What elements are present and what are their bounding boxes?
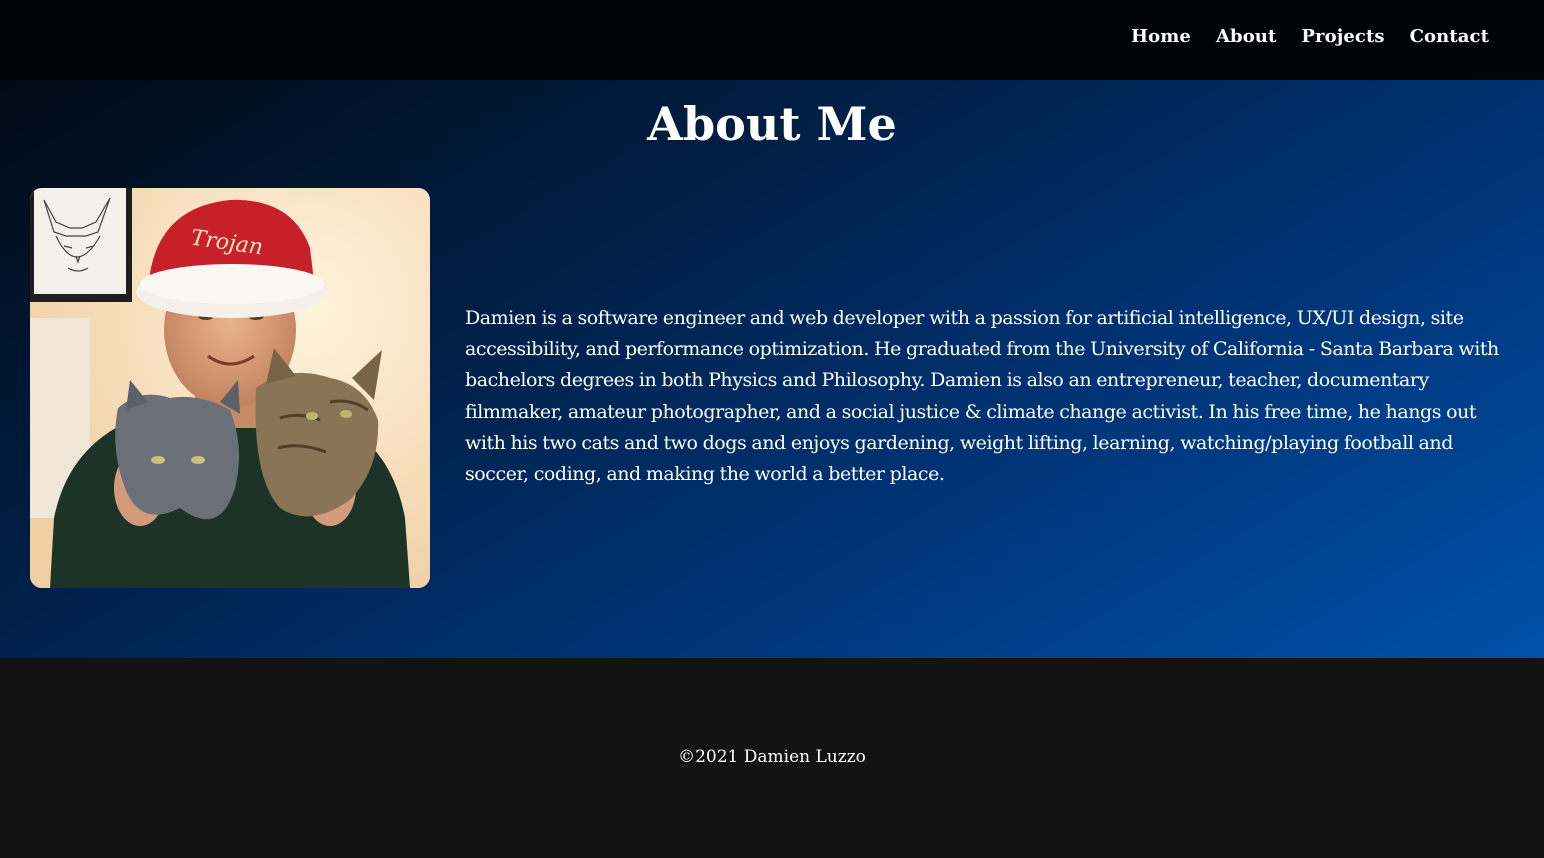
copyright-text: ©2021 Damien Luzzo <box>678 747 866 767</box>
nav-link-about[interactable]: About <box>1216 26 1276 47</box>
profile-photo: Trojan <box>30 188 430 588</box>
nav-link-projects[interactable]: Projects <box>1301 26 1384 47</box>
nav-link-contact[interactable]: Contact <box>1410 26 1489 47</box>
top-navbar: Home About Projects Contact <box>0 0 1544 80</box>
nav-link-home[interactable]: Home <box>1131 26 1191 47</box>
nav-links: Home About Projects Contact <box>1131 26 1489 47</box>
bio-text: Damien is a software engineer and web de… <box>465 307 1499 486</box>
page-title: About Me <box>647 97 897 151</box>
